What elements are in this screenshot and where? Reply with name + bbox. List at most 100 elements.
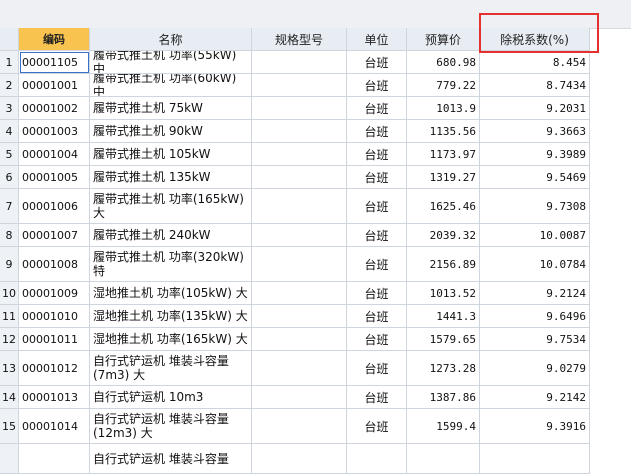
name-cell[interactable]: 履带式推土机 75kW <box>90 97 252 120</box>
spec-cell[interactable] <box>252 305 347 328</box>
code-cell[interactable]: 00001009 <box>19 282 90 305</box>
unit-cell[interactable]: 台班 <box>347 224 407 247</box>
unit-cell[interactable]: 台班 <box>347 97 407 120</box>
unit-cell[interactable]: 台班 <box>347 189 407 224</box>
name-cell[interactable]: 履带式推土机 135kW <box>90 166 252 189</box>
table-row[interactable]: 1 00001105 履带式推土机 功率(55kW) 中 台班 680.98 8.454 <box>0 51 590 74</box>
spec-cell[interactable] <box>252 224 347 247</box>
spec-cell[interactable] <box>252 51 347 74</box>
tax-coefficient-cell[interactable]: 10.0087 <box>480 224 590 247</box>
unit-cell[interactable]: 台班 <box>347 120 407 143</box>
price-cell[interactable]: 1625.46 <box>407 189 480 224</box>
spec-cell[interactable] <box>252 143 347 166</box>
price-cell[interactable]: 1173.97 <box>407 143 480 166</box>
table-row[interactable]: 11 00001010 湿地推土机 功率(135kW) 大 台班 1441.3 9.649… <box>0 305 590 328</box>
column-header-spec[interactable]: 规格型号 <box>252 28 347 51</box>
tax-coefficient-cell[interactable]: 9.2124 <box>480 282 590 305</box>
table-row[interactable]: 15 00001014 自行式铲运机 堆装斗容量(12m3) 大 台班 1599.4 9.… <box>0 409 590 444</box>
code-cell[interactable]: 00001006 <box>19 189 90 224</box>
tax-coefficient-cell[interactable]: 9.7534 <box>480 328 590 351</box>
name-cell[interactable]: 自行式铲运机 堆装斗容量(12m3) 大 <box>90 409 252 444</box>
name-cell[interactable]: 履带式推土机 105kW <box>90 143 252 166</box>
unit-cell[interactable]: 台班 <box>347 409 407 444</box>
name-cell[interactable]: 履带式推土机 功率(165kW) 大 <box>90 189 252 224</box>
tax-coefficient-cell[interactable]: 9.3663 <box>480 120 590 143</box>
name-cell[interactable]: 自行式铲运机 堆装斗容量 <box>90 444 252 474</box>
name-cell[interactable]: 湿地推土机 功率(165kW) 大 <box>90 328 252 351</box>
name-cell[interactable]: 履带式推土机 90kW <box>90 120 252 143</box>
table-row[interactable]: 8 00001007 履带式推土机 240kW 台班 2039.32 10.0087 <box>0 224 590 247</box>
price-cell[interactable]: 1319.27 <box>407 166 480 189</box>
name-cell[interactable]: 湿地推土机 功率(135kW) 大 <box>90 305 252 328</box>
spec-cell[interactable] <box>252 166 347 189</box>
code-cell[interactable]: 00001012 <box>19 351 90 386</box>
column-header-unit[interactable]: 单位 <box>347 28 407 51</box>
spec-cell[interactable] <box>252 97 347 120</box>
code-cell[interactable]: 00001003 <box>19 120 90 143</box>
unit-cell[interactable]: 台班 <box>347 143 407 166</box>
name-cell[interactable]: 自行式铲运机 10m3 <box>90 386 252 409</box>
table-row[interactable]: 7 00001006 履带式推土机 功率(165kW) 大 台班 1625.46 9.73… <box>0 189 590 224</box>
tax-coefficient-cell[interactable]: 9.6496 <box>480 305 590 328</box>
price-cell[interactable]: 680.98 <box>407 51 480 74</box>
name-cell[interactable]: 履带式推土机 240kW <box>90 224 252 247</box>
spec-cell[interactable] <box>252 120 347 143</box>
code-cell[interactable]: 00001010 <box>19 305 90 328</box>
unit-cell[interactable]: 台班 <box>347 247 407 282</box>
column-header-price[interactable]: 预算价 <box>407 28 480 51</box>
table-row[interactable]: 10 00001009 湿地推土机 功率(105kW) 大 台班 1013.52 9.21… <box>0 282 590 305</box>
table-row[interactable]: 自行式铲运机 堆装斗容量 <box>0 444 590 474</box>
table-row[interactable]: 2 00001001 履带式推土机 功率(60kW) 中 台班 779.22 8.7434 <box>0 74 590 97</box>
spec-cell[interactable] <box>252 386 347 409</box>
code-cell[interactable]: 00001014 <box>19 409 90 444</box>
spec-cell[interactable] <box>252 409 347 444</box>
tax-coefficient-cell[interactable]: 9.2031 <box>480 97 590 120</box>
code-cell[interactable]: 00001008 <box>19 247 90 282</box>
name-cell[interactable]: 自行式铲运机 堆装斗容量(7m3) 大 <box>90 351 252 386</box>
tax-coefficient-cell[interactable]: 9.3916 <box>480 409 590 444</box>
spec-cell[interactable] <box>252 74 347 97</box>
unit-cell[interactable]: 台班 <box>347 51 407 74</box>
price-cell[interactable]: 1579.65 <box>407 328 480 351</box>
code-cell[interactable]: 00001007 <box>19 224 90 247</box>
code-cell[interactable]: 00001004 <box>19 143 90 166</box>
spec-cell[interactable] <box>252 247 347 282</box>
column-header-tax[interactable]: 除税系数(%) <box>480 28 590 51</box>
code-cell[interactable] <box>19 444 90 474</box>
table-row[interactable]: 6 00001005 履带式推土机 135kW 台班 1319.27 9.5469 <box>0 166 590 189</box>
unit-cell[interactable]: 台班 <box>347 282 407 305</box>
name-cell[interactable]: 履带式推土机 功率(320kW) 特 <box>90 247 252 282</box>
code-cell[interactable]: 00001001 <box>19 74 90 97</box>
price-cell[interactable]: 1013.52 <box>407 282 480 305</box>
price-cell[interactable]: 1273.28 <box>407 351 480 386</box>
unit-cell[interactable] <box>347 444 407 474</box>
tax-coefficient-cell[interactable] <box>480 444 590 474</box>
spec-cell[interactable] <box>252 282 347 305</box>
table-row[interactable]: 3 00001002 履带式推土机 75kW 台班 1013.9 9.2031 <box>0 97 590 120</box>
table-row[interactable]: 13 00001012 自行式铲运机 堆装斗容量(7m3) 大 台班 1273.28 9.… <box>0 351 590 386</box>
unit-cell[interactable]: 台班 <box>347 328 407 351</box>
price-cell[interactable]: 1599.4 <box>407 409 480 444</box>
price-cell[interactable]: 779.22 <box>407 74 480 97</box>
spec-cell[interactable] <box>252 189 347 224</box>
code-cell[interactable]: 00001013 <box>19 386 90 409</box>
name-cell[interactable]: 履带式推土机 功率(60kW) 中 <box>90 74 252 97</box>
unit-cell[interactable]: 台班 <box>347 305 407 328</box>
name-cell[interactable]: 湿地推土机 功率(105kW) 大 <box>90 282 252 305</box>
table-row[interactable]: 14 00001013 自行式铲运机 10m3 台班 1387.86 9.2142 <box>0 386 590 409</box>
table-row[interactable]: 5 00001004 履带式推土机 105kW 台班 1173.97 9.3989 <box>0 143 590 166</box>
tax-coefficient-cell[interactable]: 9.2142 <box>480 386 590 409</box>
price-cell[interactable]: 1441.3 <box>407 305 480 328</box>
price-cell[interactable]: 2156.89 <box>407 247 480 282</box>
tax-coefficient-cell[interactable]: 9.0279 <box>480 351 590 386</box>
unit-cell[interactable]: 台班 <box>347 386 407 409</box>
table-row[interactable]: 9 00001008 履带式推土机 功率(320kW) 特 台班 2156.89 10.0… <box>0 247 590 282</box>
spec-cell[interactable] <box>252 444 347 474</box>
column-header-code[interactable]: 编码 <box>19 28 90 51</box>
unit-cell[interactable]: 台班 <box>347 74 407 97</box>
column-header-name[interactable]: 名称 <box>90 28 252 51</box>
table-row[interactable]: 4 00001003 履带式推土机 90kW 台班 1135.56 9.3663 <box>0 120 590 143</box>
name-cell[interactable]: 履带式推土机 功率(55kW) 中 <box>90 51 252 74</box>
code-cell[interactable]: 00001105 <box>19 51 90 74</box>
code-cell[interactable]: 00001005 <box>19 166 90 189</box>
